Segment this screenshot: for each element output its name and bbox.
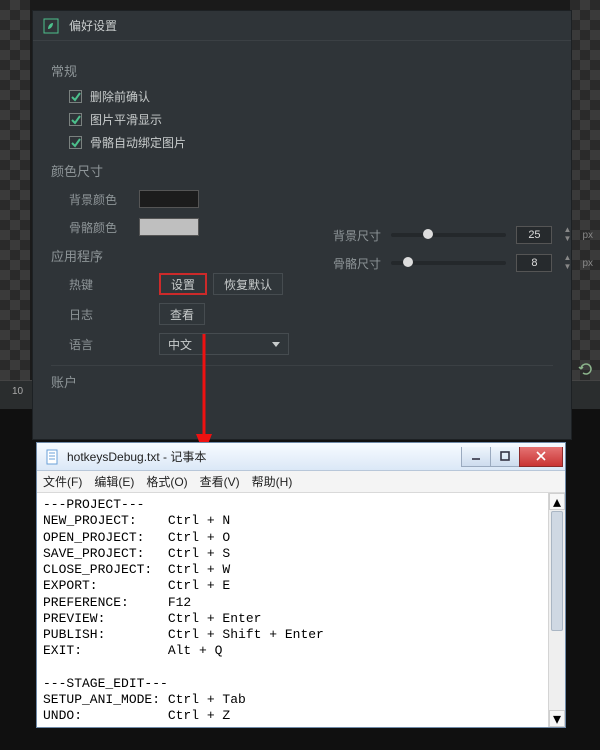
- checkbox-label: 删除前确认: [90, 88, 150, 105]
- menu-edit[interactable]: 编辑(E): [94, 473, 134, 490]
- minimize-button[interactable]: [461, 447, 491, 467]
- maximize-button[interactable]: [490, 447, 520, 467]
- divider: [51, 365, 553, 366]
- swatch-bg-color[interactable]: [139, 190, 199, 208]
- ruler-tick: 10: [12, 386, 23, 397]
- chevron-down-icon: [272, 342, 280, 347]
- swatch-bone-color[interactable]: [139, 218, 199, 236]
- notepad-icon: [45, 449, 61, 465]
- close-button[interactable]: [519, 447, 563, 467]
- hotkey-restore-button[interactable]: 恢复默认: [213, 273, 283, 295]
- unit-px: px: [582, 258, 593, 269]
- field-bg-size[interactable]: 25: [516, 226, 552, 244]
- window-title: 偏好设置: [69, 17, 117, 34]
- notepad-titlebar[interactable]: hotkeysDebug.txt - 记事本: [37, 443, 565, 471]
- label-bone-size: 骨骼尺寸: [333, 255, 381, 272]
- section-general: 常规: [51, 61, 553, 80]
- loop-icon[interactable]: [578, 361, 594, 380]
- menu-help[interactable]: 帮助(H): [252, 473, 293, 490]
- notepad-menubar: 文件(F) 编辑(E) 格式(O) 查看(V) 帮助(H): [37, 471, 565, 493]
- menu-view[interactable]: 查看(V): [200, 473, 240, 490]
- canvas-checker-left: [0, 0, 30, 380]
- checkbox-delete-confirm[interactable]: [69, 90, 82, 103]
- label-bg-size: 背景尺寸: [333, 227, 381, 244]
- dropdown-value: 中文: [168, 336, 192, 353]
- checkbox-label: 图片平滑显示: [90, 111, 162, 128]
- hotkey-settings-button[interactable]: 设置: [159, 273, 207, 295]
- app-icon: [43, 18, 59, 34]
- notepad-title: hotkeysDebug.txt - 记事本: [67, 448, 206, 465]
- preferences-window: 偏好设置 常规 删除前确认 图片平滑显示 骨骼自动绑定图片 颜色尺寸 背景颜色 …: [32, 10, 572, 440]
- notepad-window: hotkeysDebug.txt - 记事本 文件(F) 编辑(E) 格式(O)…: [36, 442, 566, 728]
- scroll-up-icon[interactable]: ▴: [549, 493, 565, 510]
- scroll-down-icon[interactable]: ▾: [549, 710, 565, 727]
- notepad-text-area[interactable]: ---PROJECT--- NEW_PROJECT: Ctrl + N OPEN…: [37, 493, 548, 727]
- checkbox-label: 骨骼自动绑定图片: [90, 134, 186, 151]
- log-view-button[interactable]: 查看: [159, 303, 205, 325]
- menu-format[interactable]: 格式(O): [146, 473, 187, 490]
- checkbox-bone-autobind[interactable]: [69, 136, 82, 149]
- stepper-bone-size[interactable]: ▲▼: [562, 254, 572, 272]
- menu-file[interactable]: 文件(F): [43, 473, 82, 490]
- section-account: 账户: [51, 372, 553, 391]
- field-bone-size[interactable]: 8: [516, 254, 552, 272]
- label-hotkey: 热键: [69, 276, 139, 293]
- label-bone-color: 骨骼颜色: [69, 219, 139, 236]
- checkbox-image-smooth[interactable]: [69, 113, 82, 126]
- unit-px: px: [582, 230, 593, 241]
- label-language: 语言: [69, 336, 139, 353]
- window-titlebar[interactable]: 偏好设置: [33, 11, 571, 41]
- vertical-scrollbar[interactable]: ▴ ▾: [548, 493, 565, 727]
- slider-bg-size[interactable]: [391, 233, 506, 237]
- scrollbar-thumb[interactable]: [551, 511, 563, 631]
- section-color-size: 颜色尺寸: [51, 161, 553, 180]
- label-log: 日志: [69, 306, 139, 323]
- stepper-bg-size[interactable]: ▲▼: [562, 226, 572, 244]
- canvas-checker-right: [570, 0, 600, 380]
- language-dropdown[interactable]: 中文: [159, 333, 289, 355]
- slider-bone-size[interactable]: [391, 261, 506, 265]
- label-bg-color: 背景颜色: [69, 191, 139, 208]
